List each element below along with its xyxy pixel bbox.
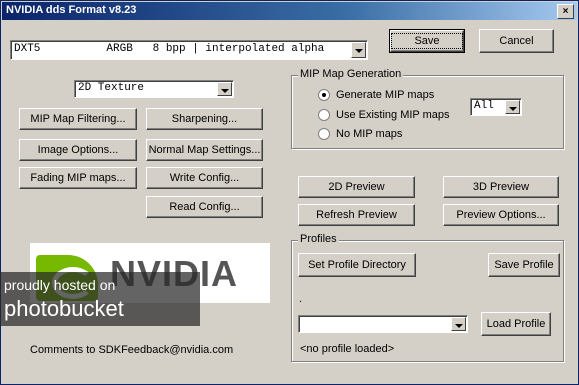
save-profile-button[interactable]: Save Profile bbox=[488, 253, 560, 277]
sharpening-button[interactable]: Sharpening... bbox=[146, 108, 263, 130]
title-bar[interactable]: NVIDIA dds Format v8.23 × bbox=[2, 2, 577, 20]
save-button-label: Save bbox=[391, 33, 463, 49]
profiles-title: Profiles bbox=[298, 233, 339, 245]
format-select-value: DXT5 ARGB 8 bpp | interpolated alpha bbox=[14, 43, 325, 55]
load-profile-button[interactable]: Load Profile bbox=[481, 312, 551, 336]
set-profile-directory-button[interactable]: Set Profile Directory bbox=[298, 253, 416, 277]
2d-preview-button[interactable]: 2D Preview bbox=[298, 176, 415, 198]
profile-directory-text: . bbox=[299, 293, 303, 305]
chevron-down-icon[interactable] bbox=[217, 82, 232, 96]
profile-status-text: <no profile loaded> bbox=[300, 343, 395, 355]
save-button[interactable]: Save bbox=[389, 29, 465, 53]
mip-map-filtering-button[interactable]: MIP Map Filtering... bbox=[19, 108, 137, 130]
radio-generate-mip-maps[interactable]: Generate MIP maps bbox=[318, 89, 434, 101]
read-config-button[interactable]: Read Config... bbox=[146, 196, 263, 218]
feedback-text: Comments to SDKFeedback@nvidia.com bbox=[30, 344, 234, 356]
radio-unselected-icon[interactable] bbox=[318, 109, 330, 121]
close-button[interactable]: × bbox=[557, 4, 574, 19]
radio-label: No MIP maps bbox=[336, 128, 403, 140]
photobucket-watermark: proudly hosted on photobucket bbox=[0, 272, 200, 326]
watermark-line2: photobucket bbox=[4, 296, 124, 321]
radio-label: Generate MIP maps bbox=[336, 89, 435, 101]
write-config-button[interactable]: Write Config... bbox=[146, 167, 263, 189]
refresh-preview-button[interactable]: Refresh Preview bbox=[298, 204, 415, 226]
mip-count-select[interactable]: All bbox=[470, 98, 522, 116]
watermark-line1: proudly hosted on bbox=[4, 277, 116, 293]
fading-mip-maps-button[interactable]: Fading MIP maps... bbox=[19, 167, 137, 189]
radio-use-existing-mip-maps[interactable]: Use Existing MIP maps bbox=[318, 109, 450, 121]
texture-type-select[interactable]: 2D Texture bbox=[74, 80, 234, 98]
preview-options-button[interactable]: Preview Options... bbox=[443, 204, 559, 226]
radio-unselected-icon[interactable] bbox=[318, 128, 330, 140]
profile-select[interactable] bbox=[298, 315, 468, 333]
normal-map-settings-button[interactable]: Normal Map Settings... bbox=[146, 139, 263, 161]
radio-selected-icon[interactable] bbox=[318, 89, 330, 101]
radio-label: Use Existing MIP maps bbox=[336, 109, 450, 121]
image-options-button[interactable]: Image Options... bbox=[19, 139, 137, 161]
chevron-down-icon[interactable] bbox=[351, 42, 366, 58]
cancel-button[interactable]: Cancel bbox=[479, 29, 554, 53]
mip-generation-title: MIP Map Generation bbox=[298, 68, 404, 80]
texture-type-value: 2D Texture bbox=[78, 82, 145, 94]
3d-preview-button[interactable]: 3D Preview bbox=[443, 176, 559, 198]
chevron-down-icon[interactable] bbox=[451, 317, 466, 331]
radio-no-mip-maps[interactable]: No MIP maps bbox=[318, 128, 402, 140]
mip-count-value: All bbox=[474, 100, 494, 112]
window-title: NVIDIA dds Format v8.23 bbox=[6, 4, 137, 16]
format-select[interactable]: DXT5 ARGB 8 bpp | interpolated alpha bbox=[10, 40, 368, 60]
chevron-down-icon[interactable] bbox=[505, 100, 520, 114]
